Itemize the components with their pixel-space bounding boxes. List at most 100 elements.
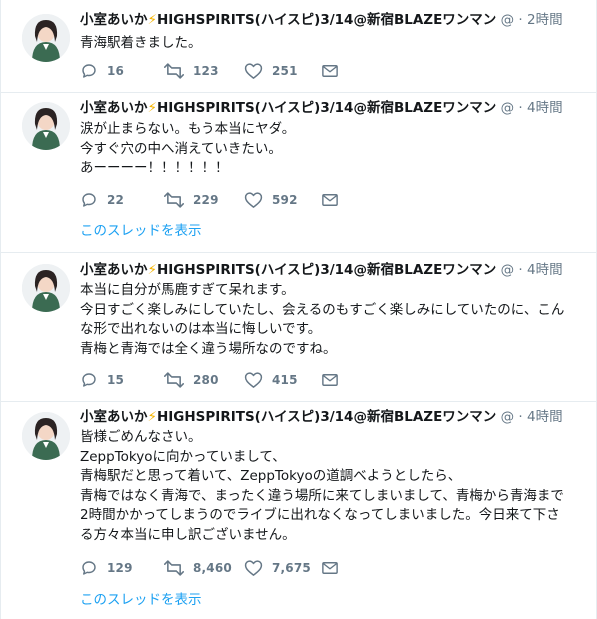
reply-button[interactable]: 22 [80, 189, 124, 211]
show-thread-link[interactable]: このスレッドを表示 [80, 221, 202, 241]
tweet[interactable]: 小室あいか⚡HIGHSPIRITS(ハイスピ)3/14@新宿BLAZEワンマン … [1, 0, 596, 93]
retweet-count: 280 [193, 373, 219, 387]
reply-icon [82, 561, 96, 575]
retweet-count: 8,460 [193, 561, 232, 575]
tweet-text-line: 青梅駅だと思って着いて、ZeppTokyoの道調べようとしたら、 [80, 468, 462, 484]
like-button[interactable]: 251 [244, 60, 298, 82]
direct-message-icon [322, 374, 338, 386]
retweet-icon [164, 192, 184, 208]
user-name[interactable]: 小室あいか [80, 12, 148, 28]
tweet[interactable]: 小室あいか⚡HIGHSPIRITS(ハイスピ)3/14@新宿BLAZEワンマン … [1, 253, 596, 402]
tweet-text: 本当に自分が馬鹿すぎて呆れます。 今日すごく楽しみにしていたし、会えるのもすごく… [80, 281, 586, 359]
like-icon [244, 372, 263, 388]
tweet-text: 青海駅着きました。 [80, 34, 586, 54]
lightning-emoji: ⚡ [147, 409, 157, 425]
tweet-text-line: な形で出れないのは本当に悔しいです。 [80, 321, 322, 337]
avatar[interactable] [22, 412, 70, 460]
like-count: 415 [272, 373, 298, 387]
like-button[interactable]: 7,675 [244, 557, 311, 579]
reply-icon [82, 193, 96, 207]
user-name-suffix[interactable]: HIGHSPIRITS(ハイスピ)3/14@新宿BLAZEワンマン [157, 262, 496, 278]
tweet-header: 小室あいか⚡HIGHSPIRITS(ハイスピ)3/14@新宿BLAZEワンマン … [80, 407, 586, 427]
user-name[interactable]: 小室あいか [80, 262, 148, 278]
tweet-text-line: 皆様ごめんなさい。 [80, 429, 202, 445]
separator-dot: · [514, 100, 527, 116]
user-handle-text[interactable]: @ [501, 409, 515, 425]
tweet-text-line: 今すぐ穴の中へ消えていきたい。 [80, 140, 282, 157]
user-handle-text[interactable]: @ [501, 100, 515, 116]
tweet-text: 涙が止まらない。もう本当にヤダ。 今すぐ穴の中へ消えていきたい。 あーーーー！！… [80, 120, 586, 179]
avatar[interactable] [22, 102, 70, 150]
tweet-text-line: 青梅と青海では全く違う場所なのですね。 [80, 340, 337, 357]
tweet-text-line: 本当に自分が馬鹿すぎて呆れます。 [80, 282, 295, 298]
retweet-icon [164, 372, 184, 388]
direct-message-icon [322, 562, 338, 574]
direct-message-icon [322, 194, 338, 206]
like-count: 7,675 [272, 561, 311, 575]
tweet-text-line: 涙が止まらない。もう本当にヤダ。 [80, 121, 296, 137]
tweet-header: 小室あいか⚡HIGHSPIRITS(ハイスピ)3/14@新宿BLAZEワンマン … [80, 260, 586, 280]
lightning-emoji: ⚡ [147, 12, 157, 28]
user-name[interactable]: 小室あいか [80, 409, 148, 425]
lightning-emoji: ⚡ [147, 100, 157, 116]
tweet-header: 小室あいか⚡HIGHSPIRITS(ハイスピ)3/14@新宿BLAZEワンマン … [80, 98, 586, 118]
tweet-text: 皆様ごめんなさい。 ZeppTokyoに向かっていまして、 青梅駅だと思って着い… [80, 428, 586, 545]
reply-button[interactable]: 15 [80, 369, 124, 391]
tweet-timestamp[interactable]: 4時間 [527, 409, 563, 425]
user-name[interactable]: 小室あいか [80, 100, 148, 116]
like-count: 251 [272, 64, 298, 78]
tweet-timestamp[interactable]: 4時間 [527, 262, 563, 278]
like-button[interactable]: 592 [244, 189, 298, 211]
like-icon [244, 560, 263, 576]
separator-dot: · [514, 262, 527, 278]
retweet-icon [164, 63, 184, 79]
tweet-timestamp[interactable]: 2時間 [527, 12, 563, 28]
separator-dot: · [514, 409, 527, 425]
like-icon [244, 63, 263, 79]
reply-button[interactable]: 129 [80, 557, 133, 579]
reply-button[interactable]: 16 [80, 60, 124, 82]
like-icon [244, 192, 263, 208]
separator-dot: · [514, 12, 527, 28]
timeline: 小室あいか⚡HIGHSPIRITS(ハイスピ)3/14@新宿BLAZEワンマン … [0, 0, 597, 619]
retweet-count: 229 [193, 193, 219, 207]
tweet-text-line: 2時間かかってしまうのでライブに出れなくなってしまいました。今日来て下さ [80, 507, 560, 523]
reply-count: 129 [107, 561, 133, 575]
user-name-suffix[interactable]: HIGHSPIRITS(ハイスピ)3/14@新宿BLAZEワンマン [157, 12, 496, 28]
reply-icon [82, 373, 96, 387]
avatar[interactable] [22, 264, 70, 312]
user-name-suffix[interactable]: HIGHSPIRITS(ハイスピ)3/14@新宿BLAZEワンマン [157, 409, 496, 425]
retweet-button[interactable]: 280 [164, 369, 219, 391]
show-thread-link[interactable]: このスレッドを表示 [80, 590, 202, 610]
tweet-timestamp[interactable]: 4時間 [527, 100, 563, 116]
tweet-text-line: 青梅ではなく青海で、まったく違う場所に来てしまいまして、青梅から青海まで [80, 487, 564, 504]
reply-count: 16 [107, 64, 125, 78]
tweet[interactable]: 小室あいか⚡HIGHSPIRITS(ハイスピ)3/14@新宿BLAZEワンマン … [1, 402, 596, 619]
retweet-button[interactable]: 229 [164, 189, 219, 211]
retweet-button[interactable]: 123 [164, 60, 219, 82]
user-name-suffix[interactable]: HIGHSPIRITS(ハイスピ)3/14@新宿BLAZEワンマン [157, 100, 496, 116]
tweet-header: 小室あいか⚡HIGHSPIRITS(ハイスピ)3/14@新宿BLAZEワンマン … [80, 10, 586, 30]
reply-icon [82, 64, 96, 78]
retweet-icon [164, 560, 184, 576]
direct-message-button[interactable] [321, 60, 348, 82]
retweet-button[interactable]: 8,460 [164, 557, 232, 579]
tweet[interactable]: 小室あいか⚡HIGHSPIRITS(ハイスピ)3/14@新宿BLAZEワンマン … [1, 93, 596, 253]
user-handle-text[interactable]: @ [501, 12, 515, 28]
avatar[interactable] [22, 14, 70, 62]
retweet-count: 123 [193, 64, 219, 78]
direct-message-button[interactable] [321, 369, 348, 391]
tweet-text-line: 今日すごく楽しみにしていたし、会えるのもすごく楽しみにしていたのに、こん [80, 301, 565, 318]
reply-count: 22 [107, 193, 125, 207]
direct-message-icon [322, 65, 338, 77]
like-button[interactable]: 415 [244, 369, 298, 391]
user-handle-text[interactable]: @ [501, 262, 515, 278]
direct-message-button[interactable] [321, 557, 348, 579]
direct-message-button[interactable] [321, 189, 348, 211]
reply-count: 15 [107, 373, 125, 387]
tweet-text-line: 青海駅着きました。 [80, 35, 202, 51]
tweet-text-line: ZeppTokyoに向かっていまして、 [80, 448, 286, 465]
tweet-text-line: あーーーー！！！！！！ [80, 160, 229, 176]
like-count: 592 [272, 193, 298, 207]
tweet-text-line: る方々本当に申し訳ございません。 [80, 526, 296, 543]
